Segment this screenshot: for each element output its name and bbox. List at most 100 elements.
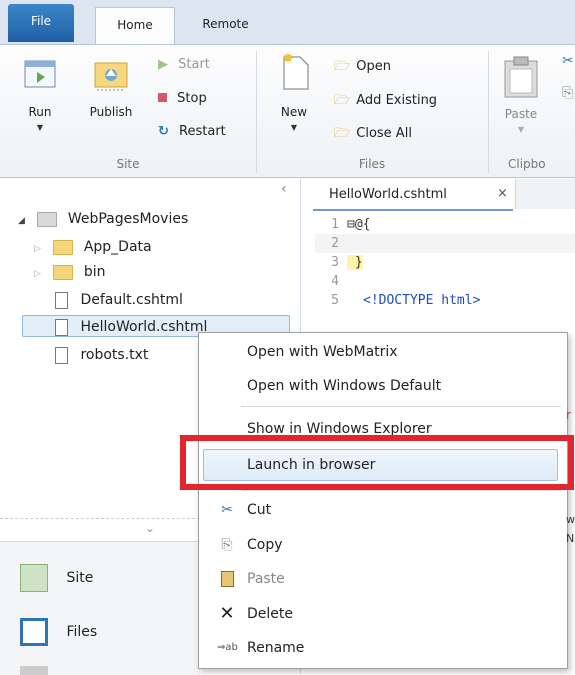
stop-label: Stop [177, 91, 207, 106]
close-tab-icon[interactable]: × [497, 186, 508, 201]
menu-open-with-windows-default[interactable]: Open with Windows Default [199, 369, 567, 403]
files-group-label: Files [358, 157, 386, 171]
paste-ribbon-button[interactable]: Paste ▼ [494, 55, 548, 145]
folder-icon [37, 211, 58, 227]
copy-icon: ⎘ [221, 537, 233, 553]
publish-button[interactable]: Publish [82, 57, 140, 147]
publish-icon [94, 62, 128, 91]
ribbon-tab-bar [0, 0, 575, 44]
restart-icon: ↻ [158, 124, 169, 139]
chevron-down-icon[interactable]: ⌄ [145, 521, 155, 535]
files-icon [20, 618, 48, 646]
rename-icon: ⇒ab [217, 642, 238, 653]
clipboard-group-label: Clipbo [508, 157, 546, 171]
file-icon [55, 346, 68, 364]
new-file-icon: ✸ [282, 51, 309, 90]
start-label: Start [178, 57, 210, 72]
pane-divider [0, 518, 200, 519]
nav-site-label: Site [66, 570, 94, 586]
start-button[interactable]: ▶ Start [158, 57, 210, 72]
tree-item-label: Default.cshtml [80, 292, 183, 308]
code-line: 4 [331, 274, 339, 289]
new-dropdown-icon: ▼ [290, 123, 298, 132]
folder-icon [53, 264, 74, 280]
tree-item-bin[interactable]: ▷ bin [34, 261, 105, 283]
code-area[interactable]: 1 ⊟@{ 2 3 } 4 5 <!DOCTYPE html> [315, 215, 575, 310]
paste-ribbon-label: Paste [504, 107, 538, 121]
tree-item-default[interactable]: Default.cshtml [52, 289, 183, 311]
menu-item-label: Rename [247, 640, 305, 656]
collapsed-arrow-icon: ▷ [34, 244, 41, 254]
tree-root[interactable]: ◢ WebPagesMovies [18, 208, 188, 230]
run-icon [24, 60, 56, 88]
menu-item-label: Copy [247, 537, 283, 553]
restart-button[interactable]: ↻ Restart [158, 124, 226, 139]
editor-tab[interactable]: HelloWorld.cshtml × [313, 179, 513, 211]
copy-ribbon-icon[interactable]: ⎘ [562, 85, 573, 101]
start-icon: ▶ [158, 57, 168, 72]
menu-separator [241, 406, 561, 407]
code-line: 5 <!DOCTYPE html> [331, 293, 481, 308]
editor-tab-title: HelloWorld.cshtml [329, 187, 447, 202]
menu-item-label: Open with Windows Default [247, 378, 442, 394]
cut-ribbon-icon[interactable]: ✂ [562, 53, 574, 69]
menu-copy[interactable]: ⎘ Copy [199, 528, 567, 562]
tab-strip-fill [515, 179, 575, 209]
publish-label: Publish [89, 105, 133, 119]
scissors-icon: ✂ [221, 502, 233, 518]
tree-root-label: WebPagesMovies [67, 211, 189, 227]
tree-item-robots[interactable]: robots.txt [52, 344, 148, 366]
menu-delete[interactable]: ✕ Delete [199, 597, 567, 631]
file-icon [55, 318, 68, 336]
tree-item-app-data[interactable]: ▷ App_Data [34, 236, 152, 258]
run-button[interactable]: Run ▼ [18, 57, 62, 147]
nav-files[interactable]: Files [0, 610, 200, 654]
ribbon-separator [488, 51, 489, 173]
menu-item-label: Open with WebMatrix [247, 344, 398, 360]
open-button[interactable]: 🗁 Open [334, 57, 391, 79]
menu-paste[interactable]: Paste [199, 562, 567, 596]
code-fragment: w [566, 513, 575, 526]
tree-item-label: robots.txt [80, 347, 149, 363]
add-existing-button[interactable]: 🗁 Add Existing [334, 91, 437, 113]
site-icon [20, 564, 48, 592]
close-all-button[interactable]: 🗁 Close All [334, 124, 412, 146]
tab-home[interactable]: Home [95, 7, 175, 45]
annotation-highlight-box [180, 435, 574, 490]
tree-item-label: App_Data [83, 239, 152, 255]
ribbon: Run ▼ Publish ▶ Start Stop ↻ Restart Sit… [0, 44, 575, 178]
menu-item-label: Delete [247, 606, 293, 622]
code-line: 2 [315, 234, 575, 253]
menu-item-label: Cut [247, 502, 272, 518]
delete-x-icon: ✕ [219, 603, 235, 624]
close-all-icon: 🗁 [334, 126, 351, 141]
tab-remote[interactable]: Remote [188, 7, 263, 41]
code-line: 1 ⊟@{ [331, 217, 371, 232]
paste-dropdown-icon: ▼ [517, 125, 525, 134]
svg-text:✸: ✸ [282, 51, 294, 67]
stop-icon [158, 93, 167, 102]
new-button[interactable]: ✸ New ▼ [272, 51, 316, 147]
collapse-pane-icon[interactable]: ‹ [281, 181, 287, 197]
nav-site[interactable]: Site [0, 556, 200, 600]
paste-icon [217, 562, 237, 596]
tree-item-label: bin [83, 264, 106, 280]
workspace-nav: Site Files [0, 541, 200, 675]
tab-file[interactable]: File [8, 4, 74, 42]
clipboard-icon [504, 56, 538, 98]
collapsed-arrow-icon: ▷ [34, 269, 41, 279]
stop-button[interactable]: Stop [158, 91, 207, 106]
open-label: Open [356, 59, 391, 74]
menu-rename[interactable]: ⇒ab Rename [199, 631, 567, 665]
expanded-arrow-icon: ◢ [18, 216, 25, 226]
context-menu: Open with WebMatrix Open with Windows De… [198, 332, 568, 669]
menu-cut[interactable]: ✂ Cut [199, 493, 567, 527]
add-existing-icon: 🗁 [334, 93, 351, 108]
code-fragment: N [566, 532, 575, 545]
menu-item-label: Paste [247, 571, 285, 587]
nav-files-label: Files [66, 624, 98, 640]
tree-item-label: HelloWorld.cshtml [80, 319, 208, 335]
close-all-label: Close All [356, 126, 412, 141]
run-label: Run [28, 105, 52, 119]
menu-open-with-webmatrix[interactable]: Open with WebMatrix [199, 335, 567, 369]
